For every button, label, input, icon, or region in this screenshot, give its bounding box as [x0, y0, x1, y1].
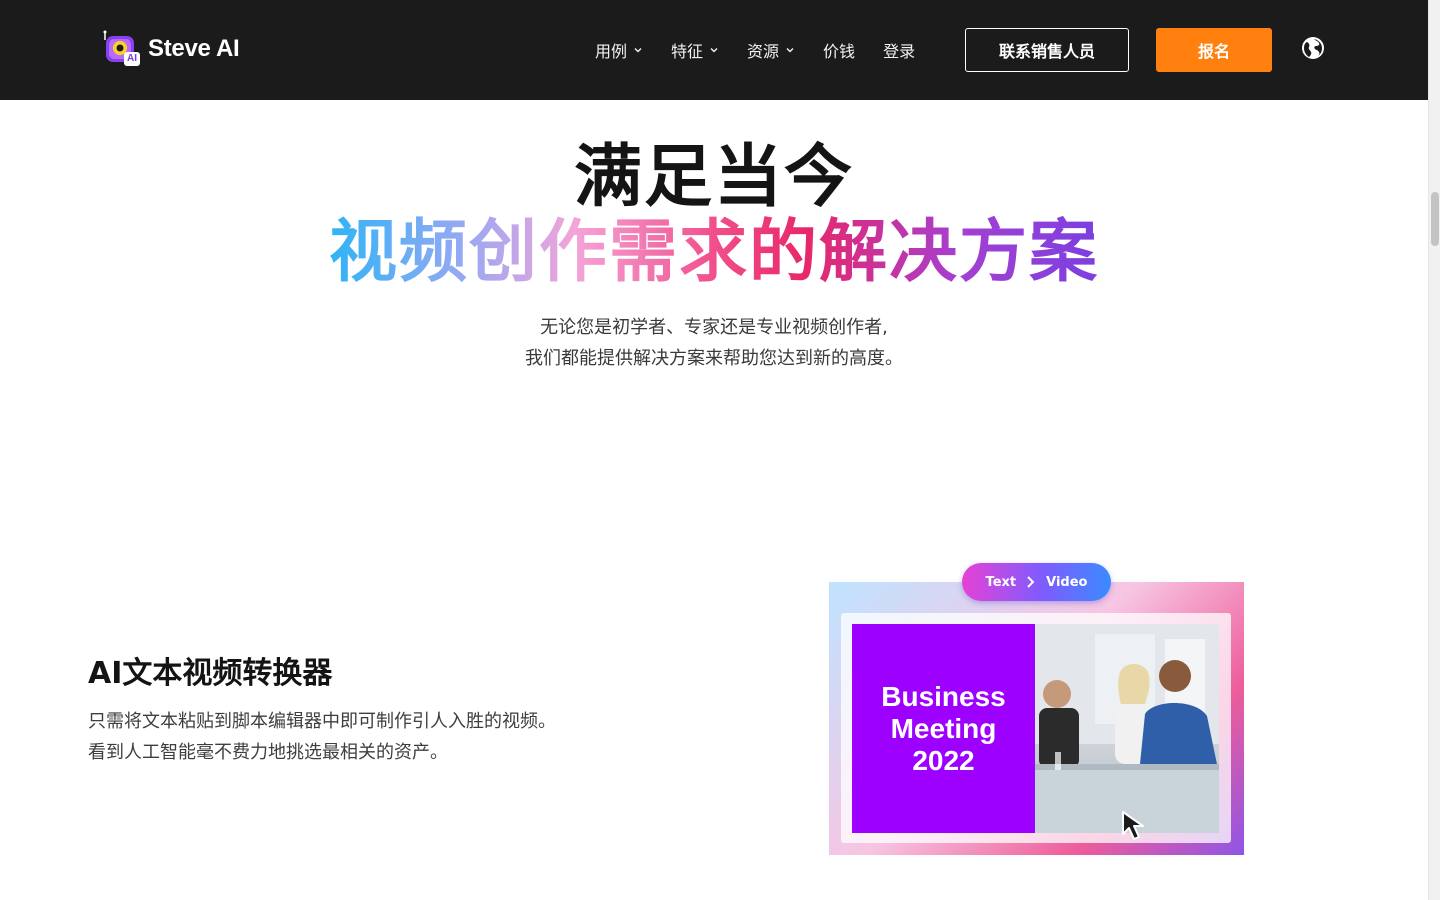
meeting-people-image — [1035, 624, 1219, 833]
feature-description: 只需将文本粘贴到脚本编辑器中即可制作引人入胜的视频。看到人工智能毫不费力地挑选最… — [88, 711, 556, 763]
top-navbar: AI Steve AI 用例 特征 资源 价钱 登录 联系销售人员 报名 — [0, 0, 1428, 100]
nav-label: 资源 — [747, 42, 780, 61]
card-line: Meeting — [890, 712, 997, 744]
feature-title: AI文本视频转换器 — [88, 656, 333, 691]
business-meeting-card: Business Meeting 2022 — [852, 624, 1035, 833]
chevron-right-icon — [1027, 576, 1035, 588]
text-to-video-illustration: Business Meeting 2022 Text Video — [829, 563, 1244, 855]
steve-ai-logo-icon: AI — [102, 30, 142, 68]
main-nav: 用例 特征 资源 价钱 登录 — [595, 36, 943, 64]
hero-subtitle-line: 我们都能提供解决方案来帮助您达到新的高度。 — [525, 348, 903, 369]
brand-name: Steve AI — [148, 35, 240, 62]
nav-item-pricing[interactable]: 价钱 — [823, 36, 855, 64]
nav-item-features[interactable]: 特征 — [671, 36, 719, 64]
contact-sales-button[interactable]: 联系销售人员 — [965, 28, 1129, 72]
nav-item-use-cases[interactable]: 用例 — [595, 36, 643, 64]
page-scrollbar[interactable] — [1428, 0, 1440, 900]
brand-logo[interactable]: AI Steve AI — [102, 30, 240, 68]
hero-title-gradient: 视频创作需求的解决方案 — [0, 213, 1428, 293]
nav-item-resources[interactable]: 资源 — [747, 36, 795, 64]
globe-icon[interactable] — [1301, 36, 1325, 60]
meeting-photo — [1035, 624, 1219, 833]
pill-text-label: Text — [985, 574, 1017, 590]
nav-item-login[interactable]: 登录 — [883, 36, 915, 64]
hero-title: 满足当今 — [573, 138, 854, 217]
scrollbar-thumb[interactable] — [1431, 192, 1439, 246]
mouse-cursor-icon — [1122, 811, 1144, 840]
hero-subtitle: 无论您是初学者、专家还是专业视频创作者, 我们都能提供解决方案来帮助您达到新的高… — [0, 312, 1428, 374]
pill-video-label: Video — [1046, 574, 1088, 590]
hero-subtitle-line: 无论您是初学者、专家还是专业视频创作者, — [540, 317, 888, 338]
nav-label: 特征 — [671, 42, 704, 61]
hero-gradient-text: 视频创作需求的解决方案 — [328, 213, 1099, 292]
signup-button[interactable]: 报名 — [1156, 28, 1272, 72]
chevron-down-icon — [634, 48, 642, 53]
nav-label: 用例 — [595, 42, 628, 61]
text-to-video-pill: Text Video — [962, 563, 1111, 601]
logo-ai-badge: AI — [127, 53, 137, 64]
card-line: 2022 — [912, 744, 975, 776]
chevron-down-icon — [786, 48, 794, 53]
nav-label: 登录 — [883, 42, 916, 61]
card-line: Business — [881, 680, 1006, 712]
nav-label: 价钱 — [823, 42, 856, 61]
chevron-down-icon — [710, 48, 718, 53]
